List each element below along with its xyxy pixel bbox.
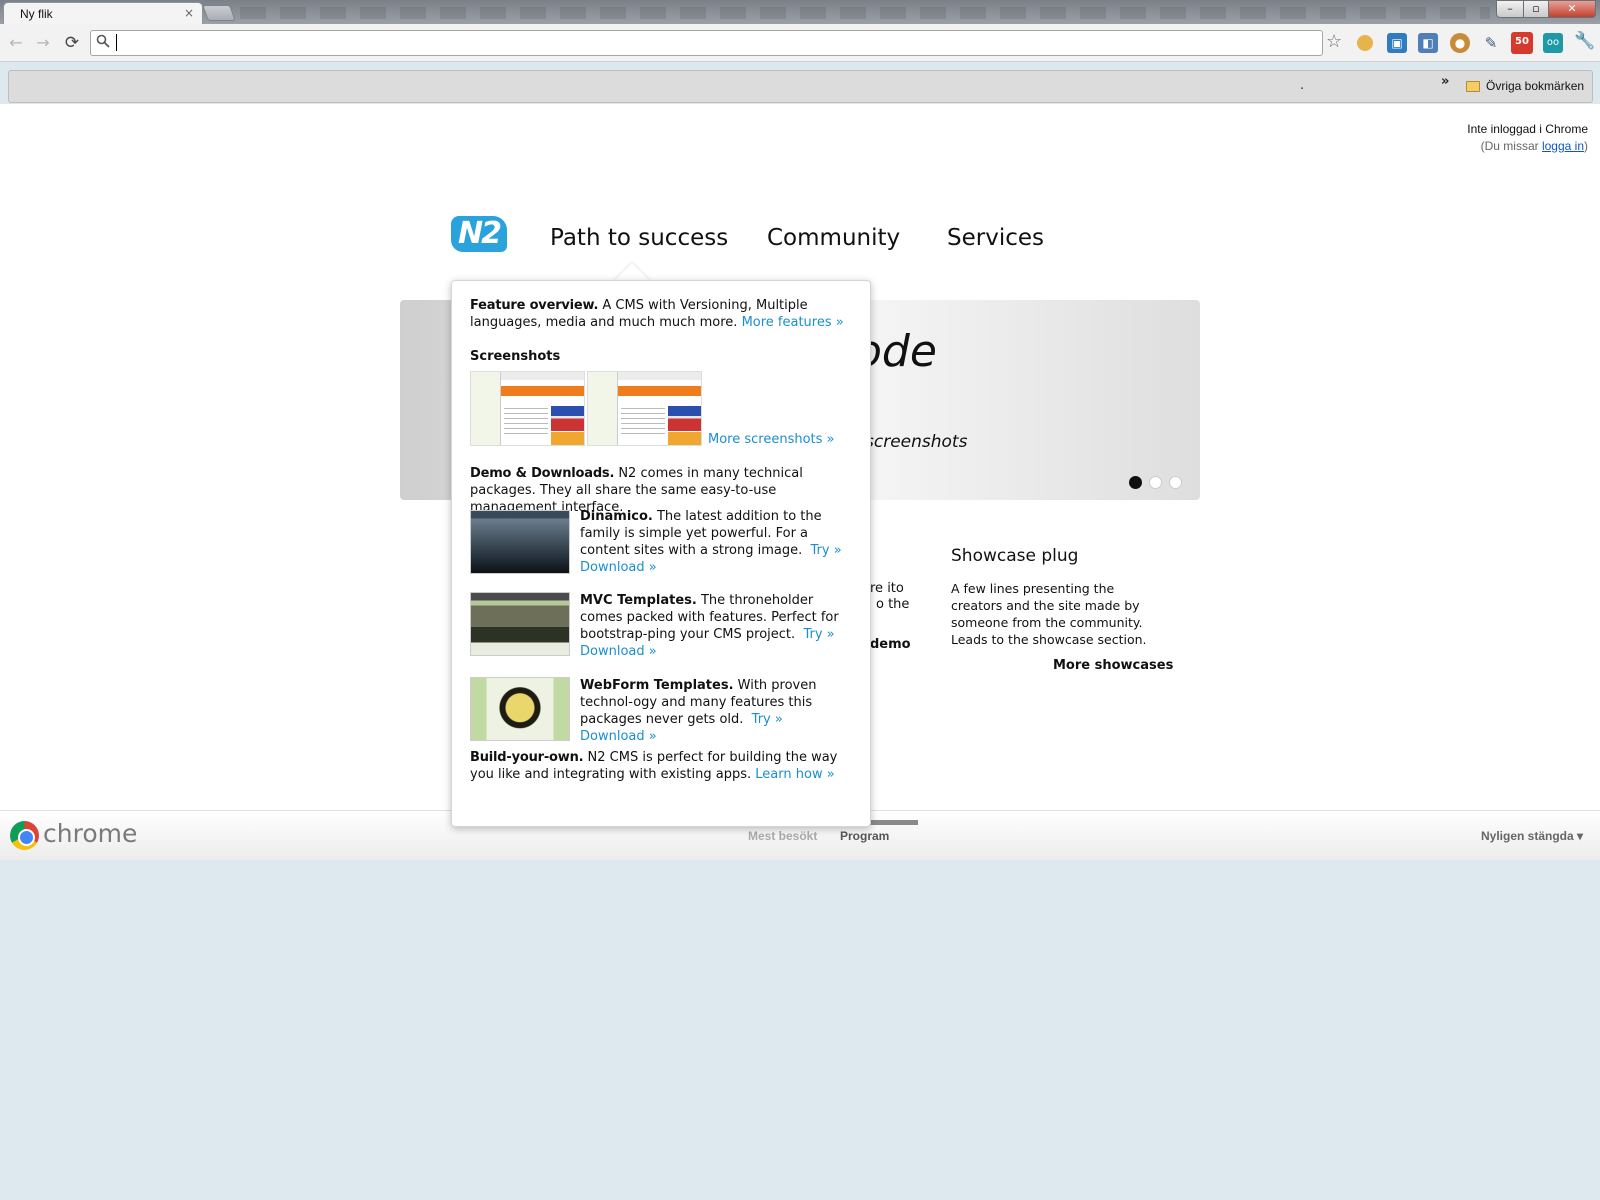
tab-new-tab[interactable]: Ny flik × [3,2,203,26]
webform-description: WebForm Templates. With proven technol-o… [580,677,852,745]
forward-arrow-icon[interactable]: → [33,33,53,53]
chrome-logo-icon [10,821,39,850]
showcase-title: Showcase plug [951,546,1079,566]
extension-cookie-icon[interactable]: ● [1450,33,1470,53]
minimize-button[interactable]: – [1496,0,1524,18]
text-caret [116,34,117,51]
extension-hand-icon[interactable] [1357,35,1373,51]
extension-picture-icon[interactable]: ▣ [1387,33,1407,53]
carousel-dot-1[interactable] [1129,476,1142,489]
n2-logo[interactable]: N2 [451,216,507,252]
signin-prompt-suffix: ) [1584,139,1588,153]
mvc-download-link[interactable]: Download » [580,644,657,659]
chrome-wordmark: chrome [43,819,138,848]
screenshots-title: Screenshots [470,349,561,364]
webform-name: WebForm Templates. [580,678,734,693]
more-features-link[interactable]: More features » [742,315,844,330]
bookmark-bar [8,70,1593,103]
maximize-button[interactable]: ▫ [1523,0,1549,18]
nav-services[interactable]: Services [947,225,1044,251]
ntp-page-indicator [868,820,918,825]
webform-download-link[interactable]: Download » [580,729,657,744]
bookmark-item[interactable]: . [1300,78,1304,93]
back-arrow-icon[interactable]: ← [6,33,26,53]
other-bookmarks-label: Övriga bokmärken [1486,79,1585,93]
extension-reader-icon[interactable]: oo [1543,33,1563,53]
demo-text-fragment: re ito [870,581,904,596]
signin-status: Inte inloggad i Chrome [1467,122,1588,136]
wrench-icon[interactable]: 🔧 [1574,31,1595,51]
extension-eyedropper-icon[interactable]: ✎ [1481,33,1501,53]
more-screenshots-link[interactable]: More screenshots » [708,432,835,447]
dinamico-thumbnail[interactable] [470,510,570,574]
demo-text-fragment: o the [876,597,910,612]
reload-icon[interactable]: ⟳ [62,33,82,53]
dropdown-arrow [614,263,650,281]
signin-prompt-prefix: (Du missar [1480,139,1542,153]
ntp-apps-tab[interactable]: Program [840,829,889,843]
dinamico-name: Dinamico. [580,509,653,524]
mvc-name: MVC Templates. [580,593,697,608]
mvc-description: MVC Templates. The throneholder comes pa… [580,592,852,660]
demo-heading: Demo & Downloads. [470,466,615,481]
extension-window-icon[interactable]: ◧ [1418,33,1438,53]
close-window-button[interactable]: ✕ [1548,0,1596,18]
feature-overview: Feature overview. A CMS with Versioning,… [470,297,845,331]
ntp-most-visited-tab[interactable]: Mest besökt [748,829,817,843]
screenshot-thumbnail[interactable] [587,371,702,446]
showcase-text: A few lines presenting the creators and … [951,581,1147,647]
more-showcases-link[interactable]: More showcases [1053,658,1173,673]
dinamico-description: Dinamico. The latest addition to the fam… [580,508,852,576]
ntp-recently-closed-menu[interactable]: Nyligen stängda ▾ [1481,829,1583,843]
mvc-try-link[interactable]: Try » [803,627,834,642]
hero-subtitle: screenshots [865,432,968,452]
nav-community[interactable]: Community [767,225,900,251]
gmail-unread-badge: 50 [1515,36,1529,47]
feature-heading: Feature overview. [470,298,599,313]
nav-path-to-success[interactable]: Path to success [550,225,728,251]
dinamico-download-link[interactable]: Download » [580,560,657,575]
learn-how-link[interactable]: Learn how » [755,767,834,782]
address-input[interactable] [118,32,1298,54]
bookmark-overflow-chevron-icon[interactable]: » [1441,74,1449,89]
webform-try-link[interactable]: Try » [752,712,783,727]
gmail-checker-icon[interactable]: 50 [1511,32,1533,54]
carousel-dot-2[interactable] [1149,476,1162,489]
build-your-own: Build-your-own. N2 CMS is perfect for bu… [470,749,850,783]
carousel-dot-3[interactable] [1169,476,1182,489]
bookmark-star-icon[interactable]: ☆ [1326,31,1342,52]
build-heading: Build-your-own. [470,750,584,765]
other-bookmarks-button[interactable]: Övriga bokmärken [1466,79,1584,93]
tab-close-icon[interactable]: × [184,6,194,20]
search-icon [96,34,112,50]
signin-link[interactable]: logga in [1542,139,1584,153]
new-tab-button[interactable] [202,5,236,21]
screenshot-thumbnail[interactable] [470,371,585,446]
mvc-thumbnail[interactable] [470,592,570,656]
demo-link-fragment[interactable]: demo [870,637,911,652]
dinamico-try-link[interactable]: Try » [811,543,842,558]
tab-strip-background [240,7,1490,19]
signin-prompt: (Du missar logga in) [1400,139,1588,153]
tab-title: Ny flik [20,7,53,21]
webform-thumbnail[interactable] [470,677,570,741]
